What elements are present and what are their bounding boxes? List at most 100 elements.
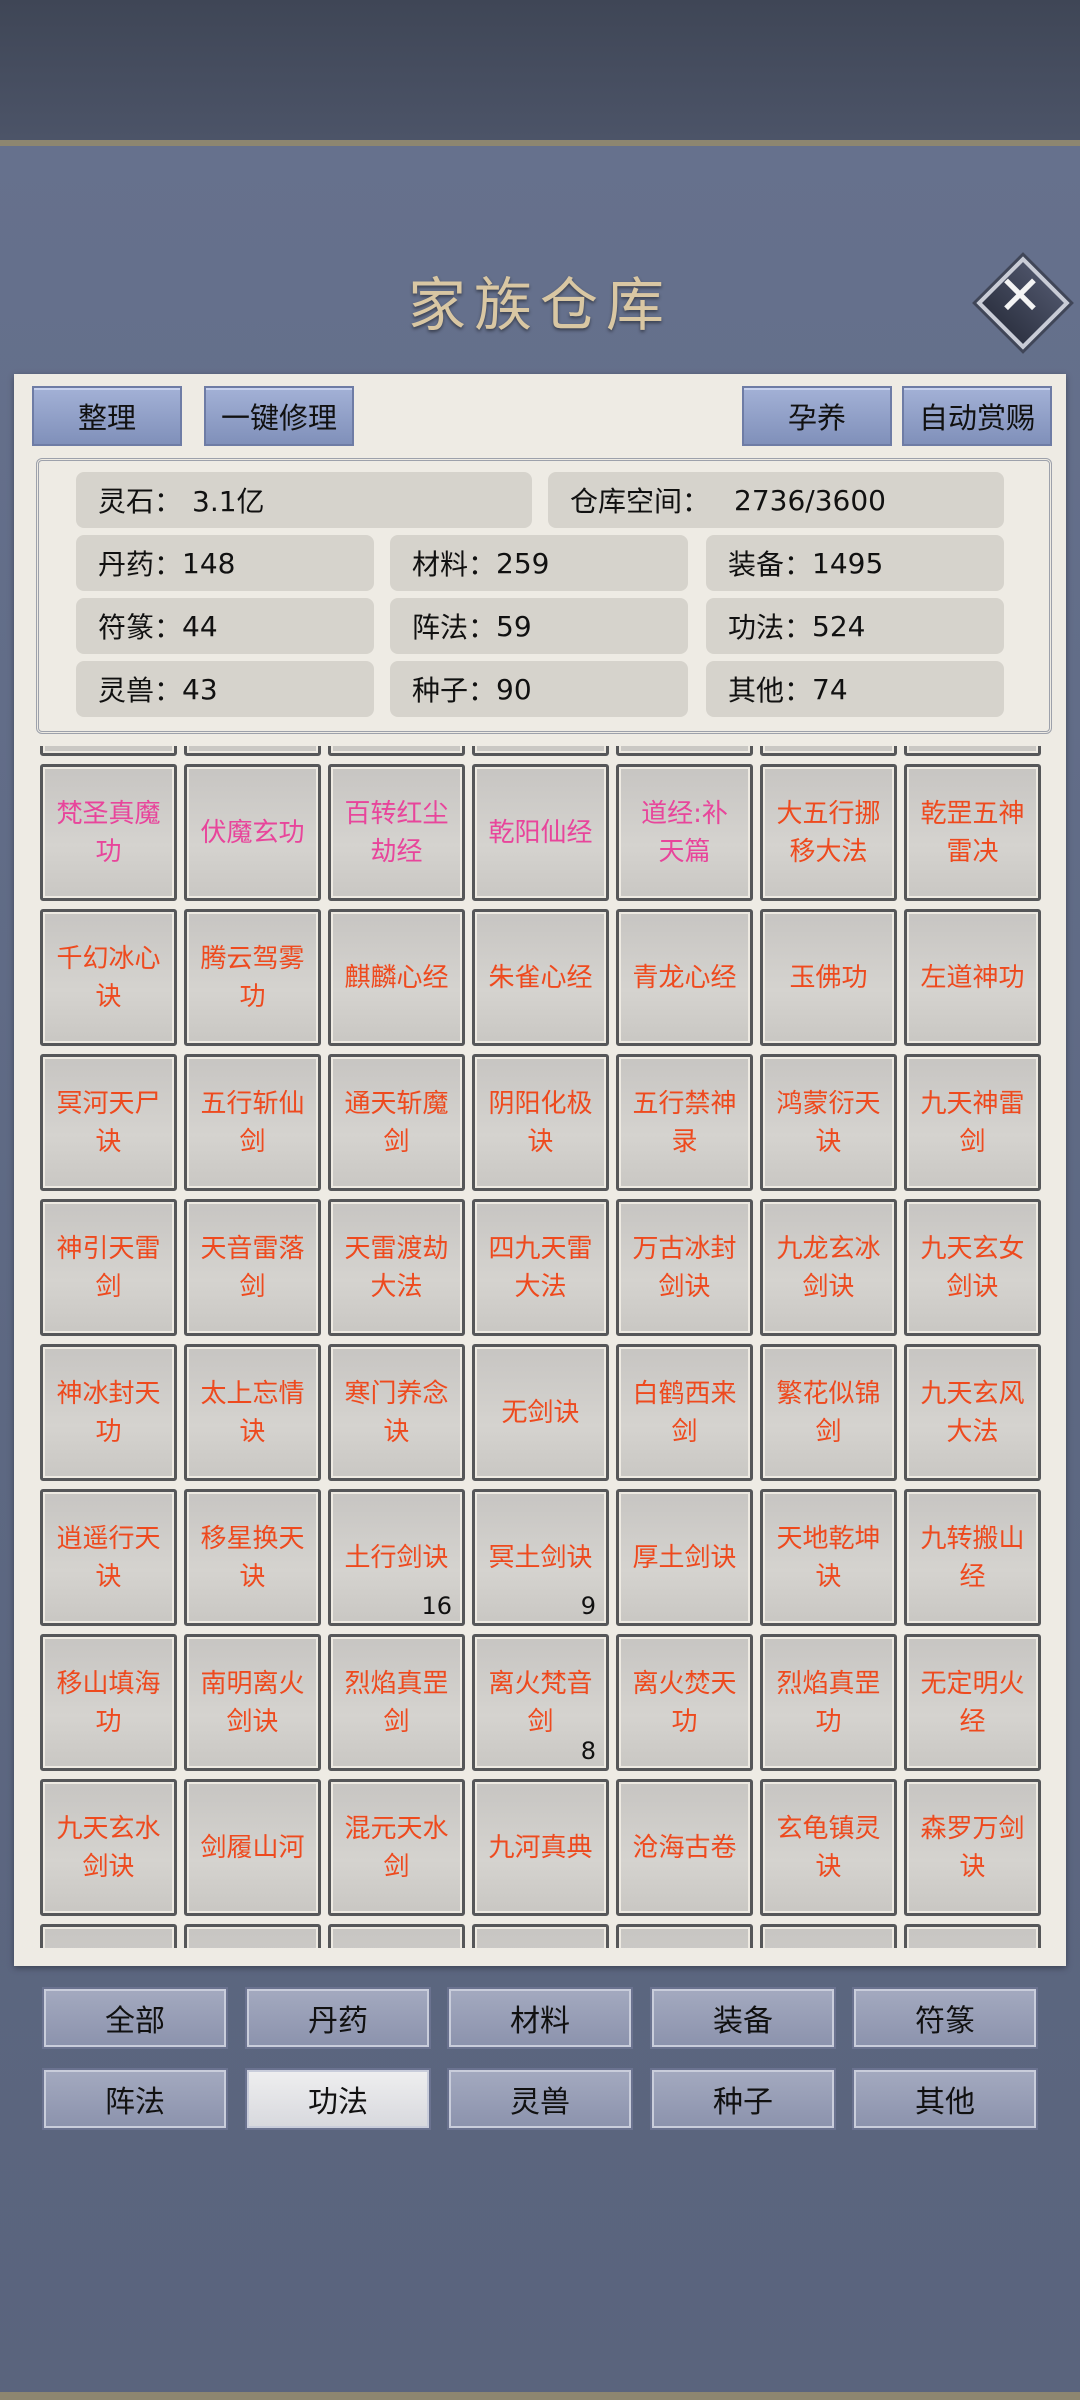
bottom-border <box>0 2392 1080 2400</box>
item-slot[interactable]: 冥土剑诀 9 <box>472 1489 609 1626</box>
item-slot[interactable]: 阴阳化极诀 <box>472 1054 609 1191</box>
item-slot[interactable]: 繁花似锦剑 <box>760 1344 897 1481</box>
item-slot[interactable]: 移星换天诀 <box>184 1489 321 1626</box>
item-slot[interactable]: 麒麟心经 <box>328 909 465 1046</box>
item-slot-partial[interactable] <box>472 1924 609 1948</box>
item-slot[interactable]: 神冰封天功 <box>40 1344 177 1481</box>
item-slot[interactable]: 五行斩仙剑 <box>184 1054 321 1191</box>
item-slot-partial[interactable] <box>328 746 465 756</box>
sort-button[interactable]: 整理 <box>32 386 182 446</box>
item-slot[interactable]: 冥河天尸诀 <box>40 1054 177 1191</box>
item-slot[interactable]: 百转红尘劫经 <box>328 764 465 901</box>
stat-value: 148 <box>182 546 236 580</box>
item-slot[interactable]: 南明离火剑诀 <box>184 1634 321 1771</box>
item-slot[interactable]: 乾阳仙经 <box>472 764 609 901</box>
item-slot-partial[interactable] <box>904 1924 1041 1948</box>
spirit-stone-stat: 灵石： 3.1亿 <box>76 472 532 528</box>
nurture-button[interactable]: 孕养 <box>742 386 892 446</box>
item-slot[interactable]: 鸿蒙衍天诀 <box>760 1054 897 1191</box>
item-slot[interactable]: 道经:补天篇 <box>616 764 753 901</box>
item-slot[interactable]: 九天神雷剑 <box>904 1054 1041 1191</box>
item-slot[interactable]: 九龙玄冰剑诀 <box>760 1199 897 1336</box>
item-slot-partial[interactable] <box>40 1924 177 1948</box>
item-name: 梵圣真魔功 <box>56 798 161 867</box>
item-slot[interactable]: 神引天雷剑 <box>40 1199 177 1336</box>
tab-medicine[interactable]: 丹药 <box>247 1989 429 2047</box>
tab-all[interactable]: 全部 <box>44 1989 226 2047</box>
item-slot[interactable]: 左道神功 <box>904 909 1041 1046</box>
item-name: 白鹤西来剑 <box>632 1378 737 1447</box>
item-name: 神冰封天功 <box>56 1378 161 1447</box>
tab-formations[interactable]: 阵法 <box>44 2070 226 2128</box>
item-slot[interactable]: 离火焚天功 <box>616 1634 753 1771</box>
item-slot[interactable]: 土行剑诀 16 <box>328 1489 465 1626</box>
tab-equipment[interactable]: 装备 <box>652 1989 834 2047</box>
tab-seeds[interactable]: 种子 <box>652 2070 834 2128</box>
item-slot[interactable]: 烈焰真罡功 <box>760 1634 897 1771</box>
item-grid[interactable]: 梵圣真魔功 伏魔玄功 百转红尘劫经 乾阳仙经 道经:补天篇 大五行挪移大法 乾罡五神雷决千幻… <box>36 746 1046 1948</box>
item-name: 五行禁神录 <box>632 1088 737 1157</box>
item-slot[interactable]: 四九天雷大法 <box>472 1199 609 1336</box>
item-slot[interactable]: 九河真典 <box>472 1779 609 1916</box>
item-slot[interactable]: 无剑诀 <box>472 1344 609 1481</box>
item-slot[interactable]: 九天玄女剑诀 <box>904 1199 1041 1336</box>
tab-techniques[interactable]: 功法 <box>247 2070 429 2128</box>
item-slot[interactable]: 混元天水剑 <box>328 1779 465 1916</box>
repair-all-button[interactable]: 一键修理 <box>204 386 354 446</box>
item-slot[interactable]: 逍遥行天诀 <box>40 1489 177 1626</box>
item-slot[interactable]: 五行禁神录 <box>616 1054 753 1191</box>
stat-label: 丹药： <box>98 548 183 581</box>
item-slot[interactable]: 伏魔玄功 <box>184 764 321 901</box>
item-slot[interactable]: 离火梵音剑 8 <box>472 1634 609 1771</box>
item-name: 烈焰真罡剑 <box>344 1668 449 1737</box>
item-slot[interactable]: 九天玄水剑诀 <box>40 1779 177 1916</box>
item-slot-partial[interactable] <box>184 1924 321 1948</box>
item-slot-partial[interactable] <box>40 746 177 756</box>
item-slot-partial[interactable] <box>616 1924 753 1948</box>
item-name: 朱雀心经 <box>488 962 593 993</box>
item-slot[interactable]: 烈焰真罡剑 <box>328 1634 465 1771</box>
item-slot[interactable]: 玄龟镇灵诀 <box>760 1779 897 1916</box>
tab-talismans[interactable]: 符篆 <box>854 1989 1036 2047</box>
item-slot[interactable]: 千幻冰心诀 <box>40 909 177 1046</box>
item-slot[interactable]: 大五行挪移大法 <box>760 764 897 901</box>
item-slot[interactable]: 无定明火经 <box>904 1634 1041 1771</box>
item-slot[interactable]: 剑履山河 <box>184 1779 321 1916</box>
item-slot[interactable]: 移山填海功 <box>40 1634 177 1771</box>
item-slot[interactable]: 太上忘情诀 <box>184 1344 321 1481</box>
item-slot[interactable]: 天地乾坤诀 <box>760 1489 897 1626</box>
item-slot[interactable]: 寒门养念诀 <box>328 1344 465 1481</box>
item-name: 百转红尘劫经 <box>344 798 449 867</box>
item-slot[interactable]: 乾罡五神雷决 <box>904 764 1041 901</box>
item-slot[interactable]: 朱雀心经 <box>472 909 609 1046</box>
item-slot[interactable]: 万古冰封剑诀 <box>616 1199 753 1336</box>
tab-spirit-beasts[interactable]: 灵兽 <box>449 2070 631 2128</box>
item-slot[interactable]: 天音雷落剑 <box>184 1199 321 1336</box>
item-slot-partial[interactable] <box>472 746 609 756</box>
item-slot-partial[interactable] <box>328 1924 465 1948</box>
stat-label: 其他： <box>728 674 813 707</box>
tab-others[interactable]: 其他 <box>854 2070 1036 2128</box>
item-slot[interactable]: 通天斩魔剑 <box>328 1054 465 1191</box>
item-slot[interactable]: 天雷渡劫大法 <box>328 1199 465 1336</box>
tab-materials[interactable]: 材料 <box>449 1989 631 2047</box>
item-slot[interactable]: 森罗万剑诀 <box>904 1779 1041 1916</box>
item-slot[interactable]: 沧海古卷 <box>616 1779 753 1916</box>
item-slot[interactable]: 梵圣真魔功 <box>40 764 177 901</box>
item-slot[interactable]: 白鹤西来剑 <box>616 1344 753 1481</box>
item-slot[interactable]: 九天玄风大法 <box>904 1344 1041 1481</box>
item-slot-partial[interactable] <box>616 746 753 756</box>
item-slot-partial[interactable] <box>760 1924 897 1948</box>
item-slot[interactable]: 厚土剑诀 <box>616 1489 753 1626</box>
item-slot[interactable]: 腾云驾雾功 <box>184 909 321 1046</box>
item-slot[interactable]: 玉佛功 <box>760 909 897 1046</box>
item-name: 离火焚天功 <box>632 1668 737 1737</box>
item-slot-partial[interactable] <box>184 746 321 756</box>
item-slot-partial[interactable] <box>760 746 897 756</box>
item-name: 四九天雷大法 <box>488 1233 593 1302</box>
item-slot[interactable]: 九转搬山经 <box>904 1489 1041 1626</box>
item-slot[interactable]: 青龙心经 <box>616 909 753 1046</box>
auto-reward-button[interactable]: 自动赏赐 <box>902 386 1052 446</box>
item-slot-partial[interactable] <box>904 746 1041 756</box>
close-button[interactable]: ✕ <box>976 256 1070 350</box>
